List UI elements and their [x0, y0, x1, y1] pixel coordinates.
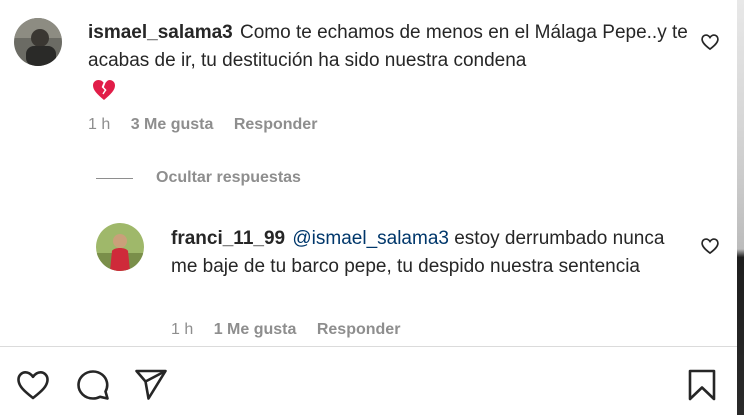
broken-heart-icon — [93, 80, 115, 100]
share-icon[interactable] — [134, 368, 168, 402]
window-edge — [737, 0, 744, 415]
reply-body: franci_11_99 @ismael_salama3 estoy derru… — [171, 225, 681, 281]
like-comment-heart-icon[interactable] — [700, 32, 720, 52]
comment-username[interactable]: ismael_salama3 — [88, 22, 233, 43]
hide-replies-label: Ocultar respuestas — [156, 169, 301, 186]
reply-likes[interactable]: 1 Me gusta — [214, 321, 297, 338]
comment-time: 1 h — [88, 116, 111, 133]
bookmark-icon[interactable] — [685, 368, 719, 402]
comment-likes[interactable]: 3 Me gusta — [131, 116, 214, 133]
comment-meta: 1 h 3 Me gusta Responder — [88, 116, 333, 134]
reply-username[interactable]: franci_11_99 — [171, 228, 285, 249]
heart-icon[interactable] — [16, 368, 50, 402]
comment-body: ismael_salama3 Como te echamos de menos … — [88, 19, 688, 103]
toggle-line — [96, 177, 133, 179]
hide-replies-toggle[interactable]: Ocultar respuestas — [96, 168, 301, 188]
avatar-ismael[interactable] — [14, 18, 62, 66]
actions-divider — [0, 346, 737, 347]
reply-meta: 1 h 1 Me gusta Responder — [171, 321, 416, 339]
reply-mention[interactable]: @ismael_salama3 — [292, 228, 449, 249]
comment-icon[interactable] — [76, 368, 110, 402]
like-reply-heart-icon[interactable] — [700, 236, 720, 256]
reply-reply-button[interactable]: Responder — [317, 321, 401, 338]
reply-button[interactable]: Responder — [234, 116, 318, 133]
reply-time: 1 h — [171, 321, 194, 338]
avatar-franci[interactable] — [96, 223, 144, 271]
